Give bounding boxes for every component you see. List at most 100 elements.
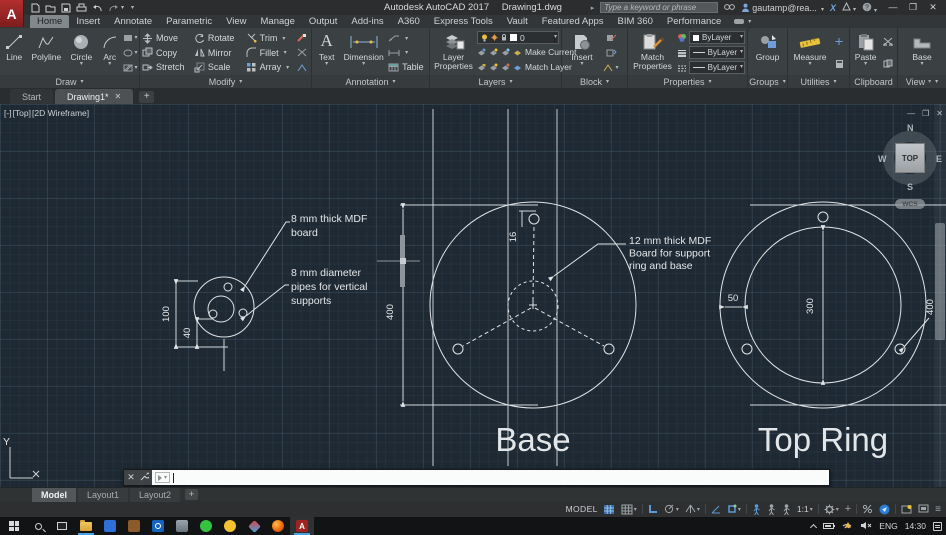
pinned-app-3[interactable] [170, 517, 194, 535]
tab-performance[interactable]: Performance [660, 15, 728, 28]
doc-close-icon[interactable]: ✕ [936, 109, 943, 118]
clean-screen-icon[interactable] [917, 502, 930, 516]
isolate-objects-icon[interactable] [900, 502, 913, 516]
redo-icon[interactable] [108, 3, 124, 13]
viewport-menu[interactable]: [-] [4, 108, 12, 118]
pinned-app-1[interactable] [98, 517, 122, 535]
table-button[interactable]: Table [388, 60, 427, 74]
save-icon[interactable] [61, 3, 71, 13]
panel-label-clipboard[interactable]: Clipboard [850, 75, 897, 88]
viewcube-west[interactable]: W [878, 154, 887, 164]
text-button[interactable]: A Text [314, 30, 339, 75]
tab-a360[interactable]: A360 [391, 15, 427, 28]
panel-label-annotation[interactable]: Annotation [312, 75, 429, 88]
recent-commands-icon[interactable]: ▾ [155, 472, 170, 483]
arc-button[interactable]: Arc [98, 30, 121, 75]
layer-lock2-icon[interactable] [477, 63, 486, 71]
tab-model[interactable]: Model [32, 488, 76, 502]
title-base[interactable]: Base [495, 421, 570, 458]
tab-vault[interactable]: Vault [500, 15, 535, 28]
note-mdf-board-2[interactable]: board [291, 227, 318, 239]
new-layout-button[interactable]: + [185, 489, 198, 500]
tab-manage[interactable]: Manage [254, 15, 302, 28]
copy-button[interactable]: Copy [142, 46, 192, 60]
command-close-icon[interactable]: ✕ [127, 472, 135, 483]
mirror-button[interactable]: Mirror [194, 46, 244, 60]
drawing-geometry[interactable]: 100 40 8 mm thick MDF board 8 mm diamete… [0, 104, 946, 487]
panel-label-groups[interactable]: Groups [748, 75, 787, 88]
viewcube-east[interactable]: E [936, 154, 942, 164]
customization-icon[interactable]: ≡ [934, 502, 942, 516]
undo-icon[interactable] [92, 3, 103, 13]
sign-in-menu[interactable]: gautamp@rea... [741, 3, 824, 13]
model-space-toggle[interactable]: MODEL [566, 504, 598, 514]
block-define-icon[interactable] [606, 48, 617, 57]
rectangle-tool-icon[interactable] [123, 34, 138, 42]
linetype-select[interactable]: ByLayer▾ [689, 61, 745, 74]
layer-properties-button[interactable]: Layer Properties [432, 30, 475, 75]
note-support-2[interactable]: Board for support [629, 248, 710, 260]
note-pipes-1[interactable]: 8 mm diameter [291, 267, 362, 279]
panel-label-layers[interactable]: Layers [430, 75, 561, 88]
doc-restore-icon[interactable]: ❐ [922, 109, 929, 118]
tab-drawing1[interactable]: Drawing1*✕ [55, 89, 133, 104]
language-indicator[interactable]: ENG [879, 521, 897, 531]
lineweight-select[interactable]: ByLayer▾ [689, 46, 745, 59]
layer-walk-icon[interactable] [501, 63, 510, 71]
start-button[interactable] [2, 517, 26, 535]
view-control[interactable]: [Top] [13, 108, 31, 118]
note-pipes-3[interactable]: supports [291, 295, 331, 307]
annotation-visibility-icon[interactable] [751, 502, 762, 516]
top-ring-drawing[interactable] [720, 202, 946, 408]
osnap-tracking-icon[interactable] [710, 502, 722, 516]
copy-clip-icon[interactable] [883, 59, 893, 68]
panel-label-utilities[interactable]: Utilities [788, 75, 849, 88]
circle-button[interactable]: Circle [66, 30, 96, 75]
trim-button[interactable]: Trim [246, 31, 294, 45]
ellipse-tool-icon[interactable] [123, 49, 138, 57]
clock[interactable]: 14:30 [905, 521, 926, 531]
block-attributes-icon[interactable] [603, 64, 618, 72]
action-center-icon[interactable] [933, 522, 942, 531]
group-button[interactable]: Group [751, 30, 785, 75]
rotate-button[interactable]: Rotate [194, 31, 244, 45]
viewcube-north[interactable]: N [907, 123, 914, 133]
leader-tool-icon[interactable] [388, 31, 427, 45]
new-drawing-tab-button[interactable]: + [139, 91, 154, 103]
snap-mode-icon[interactable]: ▾ [620, 502, 638, 516]
layer-isolate-icon[interactable] [489, 48, 498, 56]
units-icon[interactable] [861, 502, 874, 516]
tab-featured-apps[interactable]: Featured Apps [535, 15, 611, 28]
dimension-button[interactable]: Dimension [341, 30, 386, 75]
object-color-select[interactable]: ByLayer▾ [689, 31, 745, 44]
polar-tracking-icon[interactable]: ▾ [663, 502, 680, 516]
dim-flange-40[interactable]: 40 [182, 328, 193, 339]
tab-home[interactable]: Home [30, 15, 69, 28]
autocad-taskbar-button[interactable]: A [290, 517, 314, 535]
panel-label-modify[interactable]: Modify [140, 75, 311, 88]
command-customize-icon[interactable] [140, 472, 149, 483]
command-line[interactable]: ✕ ▾ [123, 469, 830, 486]
pinned-app-4[interactable] [218, 517, 242, 535]
isometric-drafting-icon[interactable]: ▾ [684, 502, 701, 516]
note-support-3[interactable]: ring and base [629, 260, 693, 272]
autoscale-icon[interactable] [766, 502, 777, 516]
annotation-scale-icon[interactable] [781, 502, 792, 516]
line-button[interactable]: Line [2, 30, 26, 75]
pinned-app-5[interactable] [242, 517, 266, 535]
layer-select[interactable]: 0 ▾ [477, 31, 559, 44]
panel-label-properties[interactable]: Properties [628, 75, 747, 88]
model-space-canvas[interactable]: [-] [Top] [2D Wireframe] [0, 104, 946, 487]
pinned-app-2[interactable] [122, 517, 146, 535]
minimize-button[interactable]: — [883, 2, 903, 13]
note-pipes-2[interactable]: pipes for vertical [291, 281, 367, 293]
scrollbar-thumb[interactable] [935, 223, 945, 340]
battery-icon[interactable] [823, 523, 834, 529]
new-icon[interactable] [30, 3, 40, 13]
panel-label-view[interactable]: View▾ [898, 75, 946, 88]
whatsapp-button[interactable] [194, 517, 218, 535]
move-button[interactable]: Move [142, 31, 192, 45]
visual-style-control[interactable]: [2D Wireframe] [32, 108, 89, 118]
dim-flange-100[interactable]: 100 [161, 306, 172, 322]
ortho-mode-icon[interactable] [647, 502, 659, 516]
